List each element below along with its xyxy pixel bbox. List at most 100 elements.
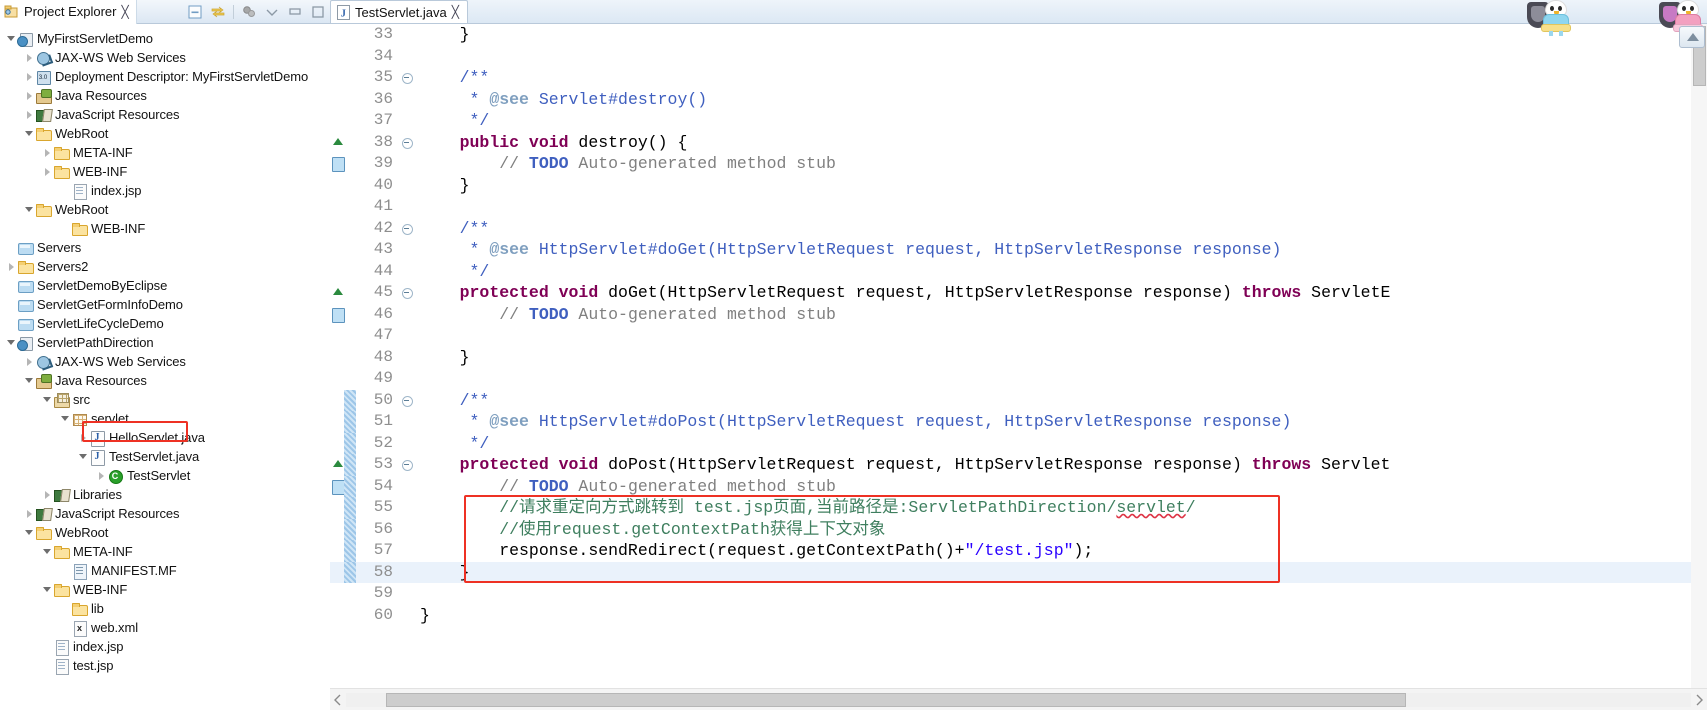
horizontal-scrollbar-track[interactable] <box>346 692 1691 707</box>
tree-item-helloservlet-java[interactable]: HelloServlet.java <box>0 428 330 447</box>
tree-item-meta-inf[interactable]: META-INF <box>0 542 330 561</box>
code-line-row[interactable]: 50 /** <box>330 389 1691 412</box>
code-line-row[interactable]: 59 <box>330 583 1691 605</box>
chevron-right-icon[interactable] <box>6 261 17 272</box>
chevron-right-icon[interactable] <box>24 52 35 63</box>
code-line-row[interactable]: 58 } <box>330 561 1691 583</box>
fold-collapse-icon[interactable] <box>400 390 416 412</box>
code-line-row[interactable]: 35 /** <box>330 67 1691 89</box>
close-icon[interactable]: ╳ <box>121 5 128 19</box>
fold-collapse-icon[interactable] <box>400 218 416 240</box>
code-line-row[interactable]: 47 <box>330 325 1691 347</box>
minimize-icon[interactable] <box>287 4 303 20</box>
scroll-left-icon[interactable] <box>330 692 346 708</box>
chevron-right-icon[interactable] <box>42 166 53 177</box>
code-line-row[interactable]: 51 * @see HttpServlet#doPost(HttpServlet… <box>330 411 1691 433</box>
override-marker-icon[interactable] <box>330 282 344 304</box>
tree-item-webroot[interactable]: WebRoot <box>0 124 330 143</box>
code-line-row[interactable]: 36 * @see Servlet#destroy() <box>330 88 1691 110</box>
todo-marker-icon[interactable] <box>330 476 345 498</box>
tree-item-servers[interactable]: Servers <box>0 238 330 257</box>
tree-item-servers2[interactable]: Servers2 <box>0 257 330 276</box>
override-marker-icon[interactable] <box>330 454 344 476</box>
chevron-right-icon[interactable] <box>24 109 35 120</box>
code-line-row[interactable]: 38 public void destroy() { <box>330 131 1691 154</box>
chevron-down-icon[interactable] <box>78 451 89 462</box>
fold-collapse-icon[interactable] <box>400 132 416 154</box>
tree-item-servletdemobyeclipse[interactable]: ServletDemoByEclipse <box>0 276 330 295</box>
code-line-row[interactable]: 40 } <box>330 174 1691 196</box>
chevron-down-icon[interactable] <box>6 337 17 348</box>
tree-item-web-inf[interactable]: WEB-INF <box>0 219 330 238</box>
chevron-down-icon[interactable] <box>6 33 17 44</box>
code-line-row[interactable]: 34 <box>330 45 1691 67</box>
tree-item-web-inf[interactable]: WEB-INF <box>0 580 330 599</box>
tree-item-index-jsp[interactable]: index.jsp <box>0 637 330 656</box>
chevron-down-icon[interactable] <box>24 128 35 139</box>
code-line-row[interactable]: 46 // TODO Auto-generated method stub <box>330 303 1691 326</box>
code-line-row[interactable]: 60} <box>330 604 1691 626</box>
view-menu-icon[interactable] <box>264 4 280 20</box>
todo-marker-icon[interactable] <box>330 304 345 326</box>
chevron-right-icon[interactable] <box>42 489 53 500</box>
editor-tab-testservlet-java[interactable]: J TestServlet.java ╳ <box>330 0 468 23</box>
code-line-row[interactable]: 44 */ <box>330 260 1691 282</box>
chevron-down-icon[interactable] <box>42 546 53 557</box>
tree-item-jax-ws-web-services[interactable]: JAX-WS Web Services <box>0 48 330 67</box>
close-icon[interactable]: ╳ <box>452 5 459 19</box>
chevron-down-icon[interactable] <box>24 527 35 538</box>
code-line-row[interactable]: 54 // TODO Auto-generated method stub <box>330 475 1691 498</box>
tree-item-jax-ws-web-services[interactable]: JAX-WS Web Services <box>0 352 330 371</box>
project-explorer-tab[interactable]: Project Explorer ╳ <box>0 0 137 24</box>
tree-item-src[interactable]: src <box>0 390 330 409</box>
project-tree[interactable]: MyFirstServletDemo JAX-WS Web Services Dep… <box>0 24 330 675</box>
chevron-down-icon[interactable] <box>42 394 53 405</box>
chevron-down-icon[interactable] <box>24 204 35 215</box>
code-line-row[interactable]: 45 protected void doGet(HttpServletReque… <box>330 282 1691 304</box>
tree-item-lib[interactable]: lib <box>0 599 330 618</box>
fold-collapse-icon[interactable] <box>400 67 416 89</box>
tree-item-meta-inf[interactable]: META-INF <box>0 143 330 162</box>
chevron-right-icon[interactable] <box>42 147 53 158</box>
code-line-row[interactable]: 49 <box>330 368 1691 390</box>
link-with-editor-icon[interactable] <box>210 4 226 20</box>
code-line-row[interactable]: 53 protected void doPost(HttpServletRequ… <box>330 454 1691 476</box>
tree-item-servletgetforminfodemo[interactable]: ServletGetFormInfoDemo <box>0 295 330 314</box>
horizontal-scrollbar-thumb[interactable] <box>386 692 1406 707</box>
tree-item-web-inf[interactable]: WEB-INF <box>0 162 330 181</box>
tree-item-java-resources[interactable]: Java Resources <box>0 86 330 105</box>
chevron-right-icon[interactable] <box>78 432 89 443</box>
code-line-row[interactable]: 37 */ <box>330 110 1691 132</box>
tree-item-servlet[interactable]: servlet <box>0 409 330 428</box>
chevron-down-icon[interactable] <box>42 584 53 595</box>
code-line-row[interactable]: 41 <box>330 196 1691 218</box>
code-text-area[interactable]: 33 } 34 35 /** 36 * @see Servlet#destroy() 3… <box>330 24 1691 688</box>
maximize-icon[interactable] <box>310 4 326 20</box>
tree-item-web-xml[interactable]: web.xml <box>0 618 330 637</box>
scroll-right-icon[interactable] <box>1691 692 1707 708</box>
tree-item-javascript-resources[interactable]: JavaScript Resources <box>0 504 330 523</box>
chevron-right-icon[interactable] <box>24 71 35 82</box>
collapse-all-icon[interactable] <box>187 4 203 20</box>
tree-item-servletpathdirection[interactable]: ServletPathDirection <box>0 333 330 352</box>
code-line-row[interactable]: 52 */ <box>330 432 1691 454</box>
tree-item-myfirstservletdemo[interactable]: MyFirstServletDemo <box>0 29 330 48</box>
code-line-row[interactable]: 55 //请求重定向方式跳转到 test.jsp页面,当前路径是:Servlet… <box>330 497 1691 519</box>
tree-item-testservlet[interactable]: TestServlet <box>0 466 330 485</box>
override-marker-icon[interactable] <box>330 132 344 154</box>
tree-item-manifest-mf[interactable]: MANIFEST.MF <box>0 561 330 580</box>
chevron-right-icon[interactable] <box>96 470 107 481</box>
code-line-row[interactable]: 42 /** <box>330 217 1691 240</box>
tree-item-javascript-resources[interactable]: JavaScript Resources <box>0 105 330 124</box>
code-line-row[interactable]: 39 // TODO Auto-generated method stub <box>330 153 1691 175</box>
tree-item-java-resources[interactable]: Java Resources <box>0 371 330 390</box>
tree-item-webroot[interactable]: WebRoot <box>0 200 330 219</box>
code-line-row[interactable]: 43 * @see HttpServlet#doGet(HttpServletR… <box>330 239 1691 261</box>
code-line-row[interactable]: 33 } <box>330 24 1691 46</box>
tree-item-test-jsp[interactable]: test.jsp <box>0 656 330 675</box>
tree-item-libraries[interactable]: Libraries <box>0 485 330 504</box>
code-line-row[interactable]: 48 } <box>330 346 1691 368</box>
code-line-row[interactable]: 57 response.sendRedirect(request.getCont… <box>330 540 1691 562</box>
tree-item-webroot[interactable]: WebRoot <box>0 523 330 542</box>
editor-vertical-scrollbar[interactable] <box>1691 24 1707 688</box>
